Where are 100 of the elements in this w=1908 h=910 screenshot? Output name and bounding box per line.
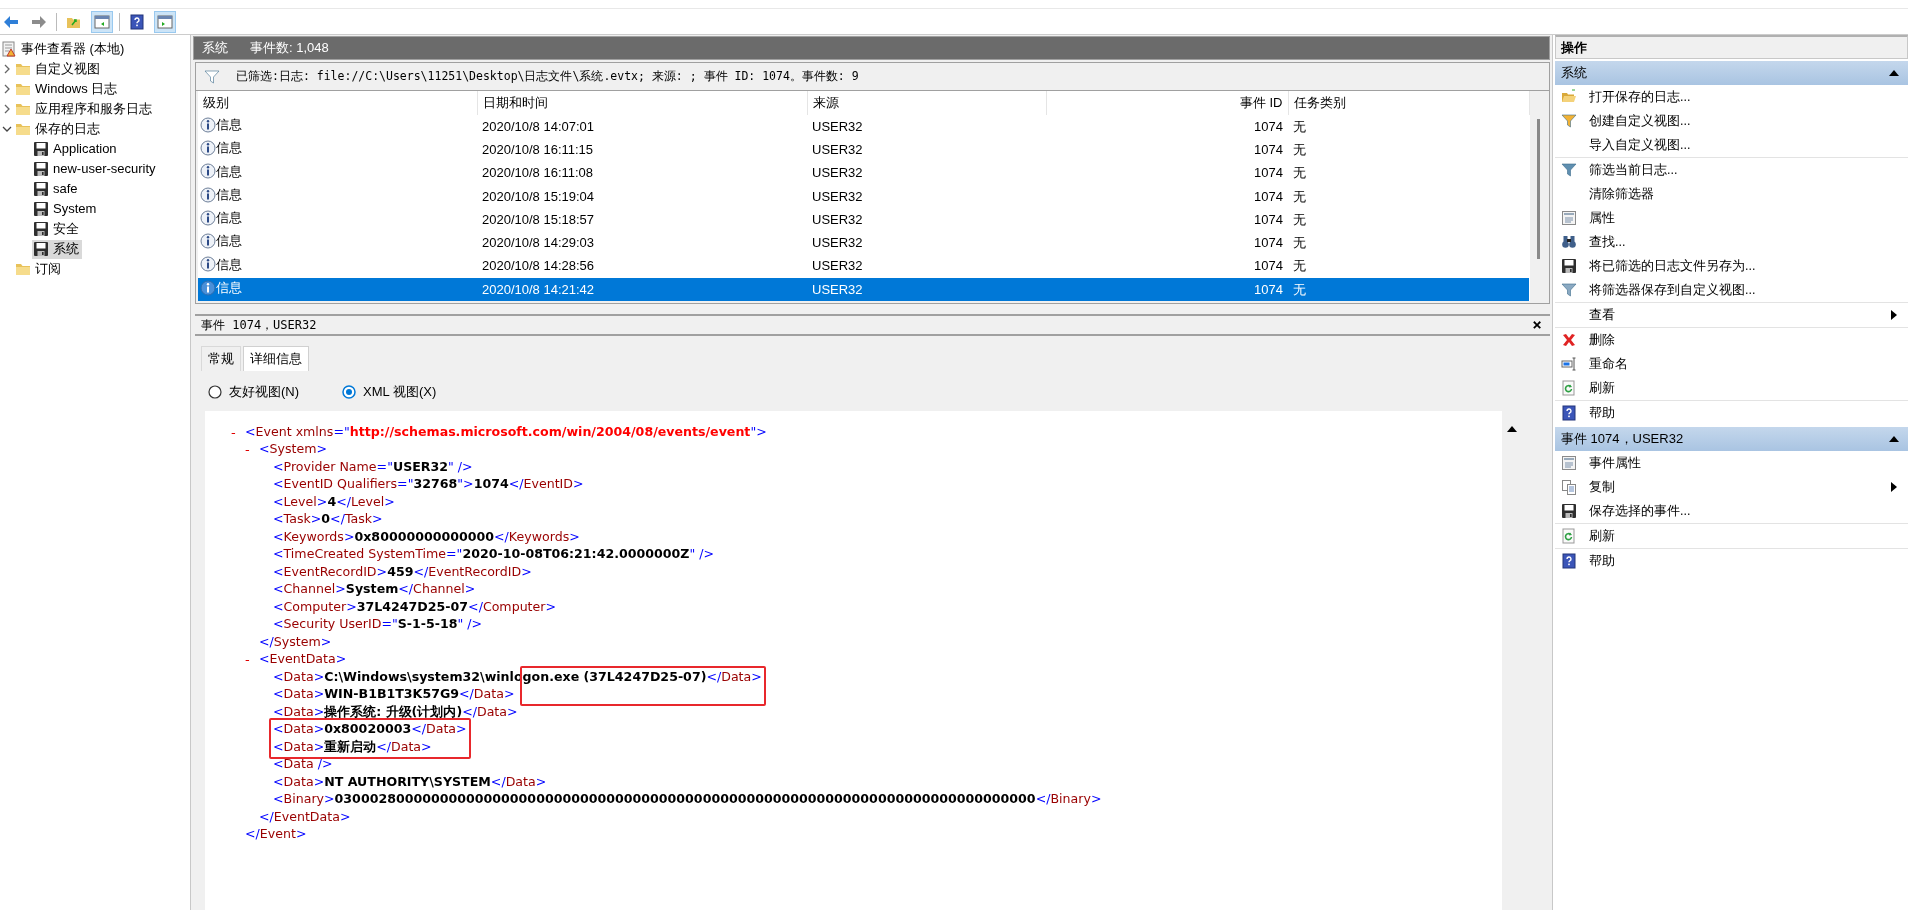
action-item[interactable]: 帮助	[1555, 549, 1908, 573]
xml-line: </Event>	[245, 825, 307, 844]
xml-line: <Data>NT AUTHORITY\SYSTEM</Data>	[273, 772, 547, 791]
table-cell-text: USER32	[811, 164, 864, 183]
xml-line: <Data>WIN-B1B1T3K57G9</Data>	[273, 685, 515, 704]
tree-item[interactable]: safe	[32, 179, 81, 199]
action-item[interactable]: 将已筛选的日志文件另存为...	[1555, 254, 1908, 278]
column-header[interactable]: 任务类别	[1288, 91, 1529, 115]
table-cell-text: 1074	[1253, 234, 1284, 253]
column-header[interactable]: 事件 ID	[1046, 91, 1288, 115]
tree-item[interactable]: 应用程序和服务日志	[14, 99, 155, 119]
tab[interactable]: 常规	[201, 346, 241, 371]
action-item[interactable]: 属性	[1555, 206, 1908, 230]
properties-icon	[1561, 455, 1577, 471]
table-row[interactable]: 信息 2020/10/8 14:29:03 USER32 1074 无	[198, 231, 1529, 255]
column-header[interactable]: 来源	[807, 91, 1046, 115]
tree-item[interactable]: new-user-security	[32, 159, 159, 179]
log-title: 系统	[202, 39, 228, 58]
tab[interactable]: 详细信息	[243, 346, 309, 371]
tree-item[interactable]: 订阅	[14, 259, 64, 279]
table-row[interactable]: 信息 2020/10/8 15:19:04 USER32 1074 无	[198, 184, 1529, 208]
section-header[interactable]: 系统	[1555, 61, 1908, 85]
action-item[interactable]: 导入自定义视图...	[1555, 133, 1908, 157]
table-cell-text: 信息	[216, 278, 242, 297]
table-row[interactable]: 信息 2020/10/8 14:28:56 USER32 1074 无	[198, 254, 1529, 278]
action-item[interactable]: 保存选择的事件...	[1555, 499, 1908, 523]
action-item[interactable]: 将筛选器保存到自定义视图...	[1555, 278, 1908, 302]
action-item[interactable]: 创建自定义视图...	[1555, 109, 1908, 133]
action-item[interactable]: 重命名	[1555, 352, 1908, 376]
xml-line: <Data />	[273, 755, 333, 774]
action-item[interactable]: 帮助	[1555, 401, 1908, 425]
table-cell-text: 信息	[216, 185, 242, 204]
filter-icon	[1561, 162, 1577, 178]
table-cell-text: USER32	[811, 187, 864, 206]
table-cell: USER32	[807, 277, 1046, 301]
xml-line: </EventData>	[259, 807, 351, 826]
radio-option[interactable]: XML 视图(X)	[341, 382, 437, 401]
action-item[interactable]: 清除筛选器	[1555, 182, 1908, 206]
table-row[interactable]: 信息 2020/10/8 15:18:57 USER32 1074 无	[198, 208, 1529, 232]
table-cell-text: 2020/10/8 15:19:04	[481, 187, 596, 206]
column-header[interactable]: 日期和时间	[477, 91, 807, 115]
table-row[interactable]: 信息 2020/10/8 16:11:08 USER32 1074 无	[198, 161, 1529, 185]
scrollbar[interactable]	[1529, 91, 1547, 301]
table-cell: 2020/10/8 14:28:56	[477, 254, 807, 278]
action-item[interactable]: 打开保存的日志...	[1555, 85, 1908, 109]
action-item[interactable]: 刷新	[1555, 376, 1908, 400]
action-item[interactable]: 复制	[1555, 475, 1908, 499]
table-cell-text: 2020/10/8 16:11:08	[481, 164, 595, 183]
info-icon	[200, 186, 216, 203]
xml-line: <Binary>03000280000000000000000000000000000000000000000000000000000000000000000000000000</Binary>	[273, 790, 1102, 809]
tree-item[interactable]: 系统	[32, 239, 82, 259]
tree-item[interactable]: Application	[32, 139, 120, 159]
table-row[interactable]: 信息 2020/10/8 14:07:01 USER32 1074 无	[198, 115, 1529, 139]
table-cell-text: 2020/10/8 14:29:03	[481, 234, 596, 253]
help-icon	[1561, 553, 1577, 569]
filter-icon	[204, 68, 220, 85]
collapse-toggle[interactable]: -	[231, 422, 245, 442]
action-item[interactable]: 筛选当前日志...	[1555, 158, 1908, 182]
info-icon	[200, 256, 216, 273]
table-cell-text: 无	[1292, 187, 1307, 206]
tree-item[interactable]: 安全	[32, 219, 82, 239]
action-item[interactable]: 查看	[1555, 303, 1908, 327]
section-header[interactable]: 事件 1074，USER32	[1555, 427, 1908, 451]
xml-line: <Data>重新启动</Data>	[273, 737, 432, 756]
action-item[interactable]: 删除	[1555, 328, 1908, 352]
tree-item[interactable]: Windows 日志	[14, 79, 121, 99]
table-cell-text: 无	[1292, 141, 1307, 160]
tree-item[interactable]: 事件查看器 (本地)	[0, 39, 128, 59]
info-icon	[200, 279, 216, 296]
xml-line: <Event xmlns="http://schemas.microsoft.com/win/2004/08/events/event">	[245, 422, 767, 441]
tree-item[interactable]: System	[32, 199, 100, 219]
tree-item[interactable]: 保存的日志	[14, 119, 103, 139]
folder-icon	[15, 261, 31, 277]
table-cell-text: 无	[1292, 164, 1307, 183]
table-cell-text: 信息	[216, 255, 242, 274]
xml-line: <EventData>	[259, 650, 347, 669]
close-button[interactable]: ×	[1530, 317, 1544, 333]
table-cell-text: USER32	[811, 234, 864, 253]
xml-line: <Provider Name="USER32" />	[273, 457, 473, 476]
column-header[interactable]: 级别	[198, 91, 477, 115]
table-row[interactable]: 信息 2020/10/8 16:11:15 USER32 1074 无	[198, 138, 1529, 162]
radio-option[interactable]: 友好视图(N)	[207, 382, 300, 401]
open-folder-icon	[1561, 89, 1577, 105]
xml-line: </System>	[259, 632, 332, 651]
table-cell-text: 信息	[216, 162, 242, 181]
action-item[interactable]: 查找...	[1555, 230, 1908, 254]
toolbar-button[interactable]	[91, 10, 113, 33]
table-cell-text: 1074	[1253, 164, 1284, 183]
tree-item[interactable]: 自定义视图	[14, 59, 103, 79]
collapse-toggle[interactable]: -	[245, 650, 259, 670]
action-item[interactable]: 刷新	[1555, 524, 1908, 548]
toolbar-button[interactable]	[154, 10, 176, 33]
table-cell: 无	[1288, 115, 1529, 139]
xml-line: <Computer>37L4247D25-07</Computer>	[273, 597, 557, 616]
collapse-toggle[interactable]: -	[245, 440, 259, 460]
help-icon	[1561, 405, 1577, 421]
table-row[interactable]: 信息 2020/10/8 14:21:42 USER32 1074 无	[198, 277, 1529, 301]
folder-icon	[15, 101, 31, 117]
pane-icon	[157, 13, 173, 30]
action-item[interactable]: 事件属性	[1555, 451, 1908, 475]
